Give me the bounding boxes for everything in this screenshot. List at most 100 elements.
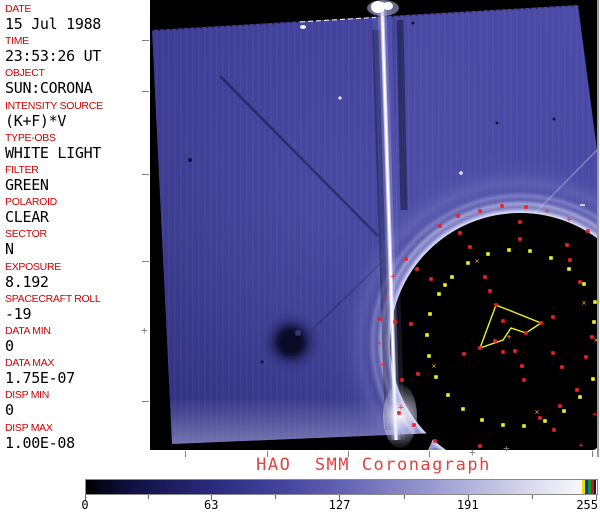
metadata-field: DATE15 Jul 1988: [5, 3, 101, 33]
metadata-value: 0: [5, 402, 49, 419]
red-fiducial-dot: [578, 280, 582, 284]
red-fiducial-dot: [539, 321, 543, 325]
yellow-fiducial-dot: [592, 320, 596, 324]
red-fiducial-dot: [393, 320, 397, 324]
colorbar-tick-label: 191: [457, 498, 479, 512]
red-fiducial-dot: [468, 245, 472, 249]
red-fiducial-dot: [400, 378, 404, 382]
colorbar-tick-label: 127: [329, 498, 351, 512]
colorbar-reserved-stripe: [582, 480, 585, 494]
orange-x-mark: ×: [432, 362, 437, 371]
coronagraph-image: ×××××++++++++++: [150, 0, 597, 450]
image-title: HAO SMM Coronagraph: [150, 455, 597, 475]
red-fiducial-dot: [456, 214, 460, 218]
yellow-fiducial-dot: [425, 333, 429, 337]
yellow-fiducial-dot: [446, 393, 450, 397]
metadata-field: TIME23:53:26 UT: [5, 35, 101, 65]
red-fiducial-dot: [518, 237, 522, 241]
metadata-field: TYPE-OBSWHITE LIGHT: [5, 132, 101, 162]
red-fiducial-dot: [494, 303, 498, 307]
metadata-value: 1.75E-07: [5, 370, 75, 387]
red-fiducial-dot: [493, 339, 497, 343]
red-fiducial-dot: [568, 258, 572, 262]
metadata-field: INTENSITY SOURCE(K+F)*V: [5, 100, 103, 130]
metadata-label: DISP MAX: [5, 422, 75, 435]
red-fiducial-dot: [584, 355, 588, 359]
yellow-fiducial-dot: [437, 292, 441, 296]
colorbar-reserved-stripe: [585, 480, 588, 494]
red-fiducial-dot: [522, 378, 526, 382]
red-plus-mark: +: [390, 272, 396, 282]
red-fiducial-dot: [538, 416, 542, 420]
red-fiducial-dot: [501, 319, 505, 323]
red-fiducial-dot: [552, 428, 556, 432]
metadata-label: TYPE-OBS: [5, 132, 101, 145]
red-fiducial-dot: [416, 372, 420, 376]
dark-speck: [188, 158, 192, 162]
frame-tick: [142, 261, 149, 262]
red-fiducial-dot: [433, 439, 437, 443]
bleed-top-blob: [371, 1, 385, 13]
red-fiducial-dot: [478, 444, 482, 448]
yellow-fiducial-dot: [543, 419, 547, 423]
yellow-fiducial-dot: [522, 424, 526, 428]
app-window: DATE15 Jul 1988TIME23:53:26 UTOBJECTSUN:…: [0, 0, 600, 512]
yellow-fiducial-dot: [434, 375, 438, 379]
metadata-field: OBJECTSUN:CORONA: [5, 67, 92, 97]
red-fiducial-dot: [520, 364, 524, 368]
red-fiducial-dot: [415, 267, 419, 271]
metadata-field: DISP MIN0: [5, 389, 49, 419]
red-fiducial-dot: [412, 423, 416, 427]
red-fiducial-dot: [500, 204, 504, 208]
metadata-panel: DATE15 Jul 1988TIME23:53:26 UTOBJECTSUN:…: [0, 0, 150, 458]
metadata-value: 1.00E-08: [5, 435, 75, 452]
red-plus-mark: +: [566, 215, 572, 225]
colorbar-reserved-stripe: [591, 480, 594, 494]
red-fiducial-dot: [429, 277, 433, 281]
yellow-fiducial-dot: [549, 256, 553, 260]
frame-tick: [142, 40, 149, 41]
red-fiducial-dot: [518, 220, 522, 224]
colorbar-minor-tick: [148, 495, 149, 499]
yellow-fiducial-dot: [567, 267, 571, 271]
metadata-value: N: [5, 241, 47, 258]
frame-tick: [142, 91, 149, 92]
colorbar-minor-tick: [532, 495, 533, 499]
yellow-fiducial-dot: [507, 248, 511, 252]
frame-tick: [142, 401, 149, 402]
red-fiducial-dot: [404, 257, 408, 261]
yellow-fiducial-dot: [450, 275, 454, 279]
red-plus-mark: +: [376, 339, 382, 349]
red-plus-mark: +: [383, 293, 389, 303]
red-fiducial-dot: [513, 349, 517, 353]
red-fiducial-dot: [438, 224, 442, 228]
metadata-value: GREEN: [5, 177, 49, 194]
yellow-fiducial-dot: [501, 423, 505, 427]
yellow-fiducial-dot: [562, 409, 566, 413]
red-fiducial-dot: [524, 331, 528, 335]
colorbar-tick-label: 255: [576, 498, 598, 512]
metadata-value: 23:53:26 UT: [5, 48, 101, 65]
colorbar-reserved-stripe: [588, 480, 591, 494]
colorbar-tick-label: 63: [204, 498, 218, 512]
red-fiducial-dot: [551, 315, 555, 319]
frame-plus-mark: +: [469, 449, 476, 457]
metadata-value: SUN:CORONA: [5, 80, 92, 97]
red-plus-mark: +: [578, 441, 584, 450]
metadata-label: SPACECRAFT ROLL: [5, 293, 100, 306]
metadata-field: SECTORN: [5, 228, 47, 258]
yellow-fiducial-dot: [582, 282, 586, 286]
red-fiducial-dot: [483, 275, 487, 279]
frame-tick: [142, 174, 149, 175]
red-fiducial-dot: [560, 365, 564, 369]
red-fiducial-dot: [524, 205, 528, 209]
red-plus-mark: +: [544, 207, 550, 217]
metadata-field: POLAROIDCLEAR: [5, 196, 57, 226]
metadata-value: -19: [5, 306, 100, 323]
yellow-fiducial-dot: [480, 418, 484, 422]
yellow-fiducial-dot: [443, 283, 447, 287]
red-fiducial-dot: [409, 322, 413, 326]
metadata-value: 15 Jul 1988: [5, 16, 101, 33]
colorbar-minor-tick: [404, 495, 405, 499]
yellow-fiducial-dot: [427, 354, 431, 358]
